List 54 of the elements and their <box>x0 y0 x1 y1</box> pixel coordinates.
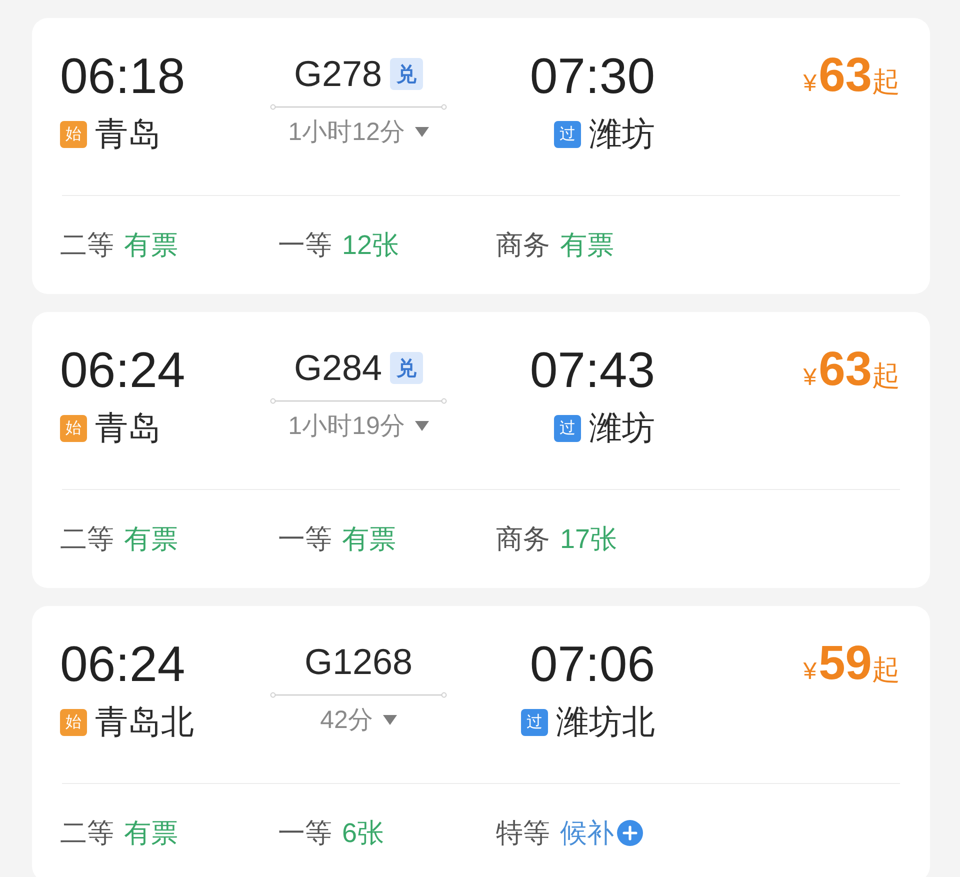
seat-class-label: 一等 <box>278 817 332 850</box>
price-label: ¥63起 <box>803 342 900 398</box>
seat-class-label: 一等 <box>278 523 332 556</box>
train-number: G284 <box>294 346 382 390</box>
seat-availability: 17张 <box>560 523 618 556</box>
seat-availability: 有票 <box>560 229 614 262</box>
seat-class-label: 二等 <box>60 817 114 850</box>
passing-badge: 过 <box>554 414 581 442</box>
arrival-time: 07:06 <box>530 635 655 694</box>
station-name: 青岛 <box>95 408 161 448</box>
train-tag: 兑 <box>390 352 424 384</box>
departure-time: 06:18 <box>60 47 186 106</box>
passing-badge: 过 <box>554 120 581 148</box>
seat-availability: 有票 <box>124 523 178 556</box>
train-card[interactable]: 06:24 始 青岛 G284 兑 1小时19分 07:43 过 潍坊 ¥63起 二等 有票 一等 有票 商务 17张 <box>32 312 930 588</box>
train-number: G278 <box>294 52 382 96</box>
seat-availability: 有票 <box>124 229 178 262</box>
seat-availability: 有票 <box>124 817 178 850</box>
plus-circle-icon <box>617 820 643 846</box>
train-tag: 兑 <box>390 58 424 90</box>
seat-availability: 12张 <box>342 229 400 262</box>
waitlist-button[interactable]: 候补 <box>560 815 643 851</box>
arrival-time: 07:43 <box>530 341 655 400</box>
duration-toggle[interactable]: 1小时12分 <box>288 114 429 150</box>
price-label: ¥59起 <box>803 636 900 692</box>
station-name: 潍坊北 <box>556 702 655 742</box>
seat-class-label: 商务 <box>496 523 550 556</box>
seat-availability: 6张 <box>342 817 384 850</box>
seat-class-label: 一等 <box>278 229 332 262</box>
seat-availability: 有票 <box>342 523 396 556</box>
duration-toggle[interactable]: 1小时19分 <box>288 408 429 444</box>
station-name: 潍坊 <box>589 114 655 154</box>
duration-toggle[interactable]: 42分 <box>320 702 397 738</box>
station-name: 青岛北 <box>95 702 194 742</box>
caret-icon <box>414 421 429 431</box>
seat-class-label: 二等 <box>60 523 114 556</box>
origin-badge: 始 <box>60 120 87 148</box>
origin-badge: 始 <box>60 708 87 736</box>
arrival-time: 07:30 <box>530 47 655 106</box>
departure-time: 06:24 <box>60 635 186 694</box>
seat-class-label: 商务 <box>496 229 550 262</box>
price-label: ¥63起 <box>803 48 900 104</box>
passing-badge: 过 <box>521 708 548 736</box>
origin-badge: 始 <box>60 414 87 442</box>
train-number: G1268 <box>304 640 413 684</box>
caret-icon <box>414 127 429 137</box>
caret-icon <box>382 715 397 725</box>
seat-class-label: 特等 <box>496 817 550 850</box>
departure-time: 06:24 <box>60 341 186 400</box>
train-card[interactable]: 06:24 始 青岛北 G1268 42分 07:06 过 潍坊北 ¥59起 二等 有票 一等 6张 特等 候补 <box>32 606 930 877</box>
station-name: 青岛 <box>95 114 161 154</box>
station-name: 潍坊 <box>589 408 655 448</box>
seat-class-label: 二等 <box>60 229 114 262</box>
train-card[interactable]: 06:18 始 青岛 G278 兑 1小时12分 07:30 过 潍坊 ¥63起 二等 有票 一等 12张 商务 有票 <box>32 18 930 294</box>
